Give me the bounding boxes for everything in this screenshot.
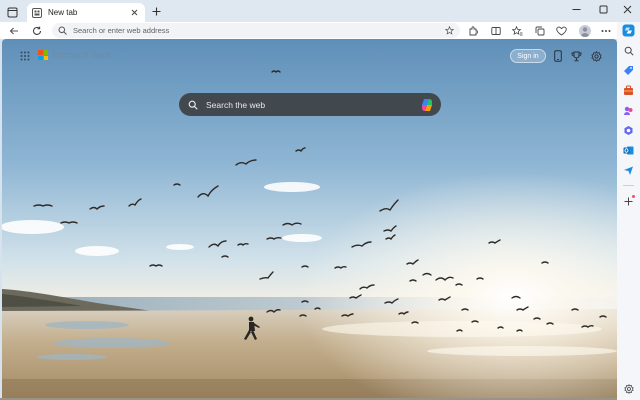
- browser-essentials-icon[interactable]: [554, 23, 569, 38]
- copilot-icon[interactable]: [621, 23, 636, 38]
- favorites-icon[interactable]: [510, 23, 525, 38]
- sidebar-divider: [623, 185, 634, 186]
- rewards-trophy-icon[interactable]: [568, 48, 584, 64]
- games-icon[interactable]: [621, 103, 636, 118]
- add-icon[interactable]: [621, 194, 636, 209]
- copilot-icon[interactable]: [419, 97, 435, 113]
- maximize-icon[interactable]: [590, 0, 616, 18]
- page-settings-gear-icon[interactable]: [588, 48, 604, 64]
- drop-icon[interactable]: [621, 163, 636, 178]
- web-search-box[interactable]: Search the web: [179, 93, 441, 116]
- brand-wordmark[interactable]: Microsoft Start: [52, 50, 110, 60]
- phone-icon[interactable]: [550, 48, 566, 64]
- favorite-star-icon[interactable]: [445, 26, 454, 35]
- minimize-icon[interactable]: [563, 0, 589, 18]
- search-input[interactable]: Search the web: [198, 100, 419, 110]
- extensions-icon[interactable]: [465, 23, 480, 38]
- settings-icon[interactable]: [621, 381, 636, 396]
- microsoft-logo-icon[interactable]: [38, 50, 48, 60]
- sign-in-button[interactable]: Sign in: [510, 49, 546, 63]
- address-input[interactable]: Search or enter web address: [67, 26, 445, 35]
- profile-avatar[interactable]: [577, 23, 592, 38]
- address-bar[interactable]: Search or enter web address: [52, 23, 460, 38]
- tab-actions-icon[interactable]: [4, 4, 20, 20]
- apps-launcher-icon[interactable]: [18, 49, 32, 63]
- close-icon[interactable]: [128, 7, 140, 19]
- tab-new-tab[interactable]: New tab: [27, 3, 145, 22]
- tools-icon[interactable]: [621, 83, 636, 98]
- refresh-icon[interactable]: [29, 23, 44, 38]
- close-window-icon[interactable]: [614, 0, 640, 18]
- new-tab-page-icon: [32, 7, 42, 18]
- search-icon[interactable]: [621, 43, 636, 58]
- tab-strip: New tab: [0, 0, 640, 22]
- new-tab-plus-icon[interactable]: [149, 4, 163, 18]
- more-options-icon[interactable]: [598, 23, 613, 38]
- outlook-icon[interactable]: [621, 143, 636, 158]
- split-screen-icon[interactable]: [488, 23, 503, 38]
- shopping-tag-icon[interactable]: [621, 63, 636, 78]
- edge-sidebar: [617, 22, 640, 400]
- new-tab-page: Microsoft Start Sign in Search the web: [2, 39, 617, 398]
- back-icon[interactable]: [6, 23, 21, 38]
- collections-icon[interactable]: [532, 23, 547, 38]
- tab-title: New tab: [48, 8, 78, 17]
- microsoft-365-icon[interactable]: [621, 123, 636, 138]
- search-icon: [188, 100, 198, 110]
- notification-dot-icon: [632, 195, 635, 198]
- search-icon: [58, 26, 67, 35]
- navigation-toolbar: Search or enter web address: [0, 22, 640, 39]
